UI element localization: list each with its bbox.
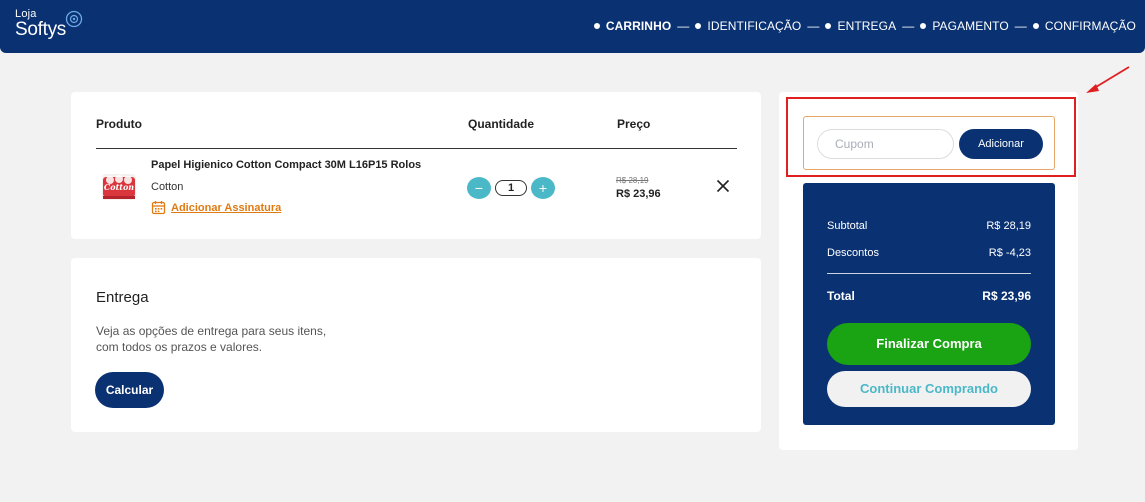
discount-label: Descontos	[827, 247, 879, 259]
step-label: PAGAMENTO	[932, 19, 1009, 33]
old-price: R$ 28,19	[616, 176, 649, 185]
current-price: R$ 23,96	[616, 188, 661, 200]
column-header-quantity: Quantidade	[468, 117, 535, 131]
product-brand: Cotton	[151, 181, 184, 193]
quantity-stepper: − 1 +	[467, 177, 555, 199]
summary-divider	[827, 273, 1031, 274]
step-label: ENTREGA	[837, 19, 897, 33]
remove-item-close-icon[interactable]	[716, 179, 730, 193]
cart-products-card: Produto Quantidade Preço Cotton Papel Hi…	[71, 92, 761, 239]
delivery-description: Veja as opções de entrega para seus iten…	[96, 323, 356, 355]
product-image[interactable]: Cotton	[100, 168, 138, 206]
step-separator: —	[807, 19, 820, 33]
quantity-value[interactable]: 1	[495, 180, 527, 196]
logo-emblem-icon	[65, 10, 83, 28]
total-label: Total	[827, 289, 855, 303]
product-name[interactable]: Papel Higienico Cotton Compact 30M L16P1…	[151, 159, 421, 171]
calculate-shipping-button[interactable]: Calcular	[95, 372, 164, 408]
delivery-description-line: com todos os prazos e valores.	[96, 340, 263, 354]
add-subscription-label: Adicionar Assinatura	[171, 201, 282, 214]
column-header-product: Produto	[96, 117, 142, 131]
step-identificacao: IDENTIFICAÇÃO	[695, 19, 801, 33]
annotation-arrow-icon	[1086, 66, 1130, 93]
order-summary: Subtotal R$ 28,19 Descontos R$ -4,23 Tot…	[803, 183, 1055, 425]
annotation-highlight-box	[786, 97, 1076, 177]
step-carrinho: CARRINHO	[593, 19, 672, 33]
step-pagamento: PAGAMENTO	[920, 19, 1009, 33]
discount-row: Descontos R$ -4,23	[827, 247, 1031, 259]
top-header: Loja Softys CARRINHO — IDENTIFICAÇÃO — E…	[0, 0, 1145, 53]
decrease-quantity-button[interactable]: −	[467, 177, 491, 199]
increase-quantity-button[interactable]: +	[531, 177, 555, 199]
subtotal-label: Subtotal	[827, 220, 868, 232]
step-dot-icon	[695, 23, 702, 29]
subtotal-row: Subtotal R$ 28,19	[827, 220, 1031, 232]
table-divider	[96, 148, 737, 149]
continue-shopping-button[interactable]: Continuar Comprando	[827, 371, 1031, 407]
store-logo[interactable]: Loja Softys	[15, 8, 66, 40]
discount-value: R$ -4,23	[988, 247, 1031, 259]
checkout-steps: CARRINHO — IDENTIFICAÇÃO — ENTREGA — PAG…	[593, 19, 1136, 33]
finish-purchase-button[interactable]: Finalizar Compra	[827, 323, 1031, 365]
logo-text-large: Softys	[15, 19, 66, 40]
product-image-label: Cotton	[104, 182, 134, 192]
subtotal-value: R$ 28,19	[986, 220, 1031, 232]
total-value: R$ 23,96	[982, 289, 1031, 303]
step-confirmacao: CONFIRMAÇÃO	[1032, 19, 1136, 33]
column-header-price: Preço	[617, 117, 651, 131]
delivery-description-line: Veja as opções de entrega para seus iten…	[96, 324, 327, 338]
delivery-card: Entrega Veja as opções de entrega para s…	[71, 258, 761, 432]
step-dot-icon	[593, 23, 600, 29]
step-separator: —	[1014, 19, 1027, 33]
step-separator: —	[902, 19, 915, 33]
add-subscription-link[interactable]: Adicionar Assinatura	[151, 200, 281, 215]
step-label: IDENTIFICAÇÃO	[707, 19, 802, 33]
step-dot-icon	[825, 23, 832, 29]
step-dot-icon	[1032, 23, 1039, 29]
step-label: CONFIRMAÇÃO	[1044, 19, 1136, 33]
step-dot-icon	[920, 23, 927, 29]
total-row: Total R$ 23,96	[827, 289, 1031, 303]
delivery-title: Entrega	[96, 289, 149, 306]
step-label: CARRINHO	[605, 19, 672, 33]
step-entrega: ENTREGA	[825, 19, 896, 33]
calendar-icon	[151, 201, 166, 215]
step-separator: —	[677, 19, 690, 33]
